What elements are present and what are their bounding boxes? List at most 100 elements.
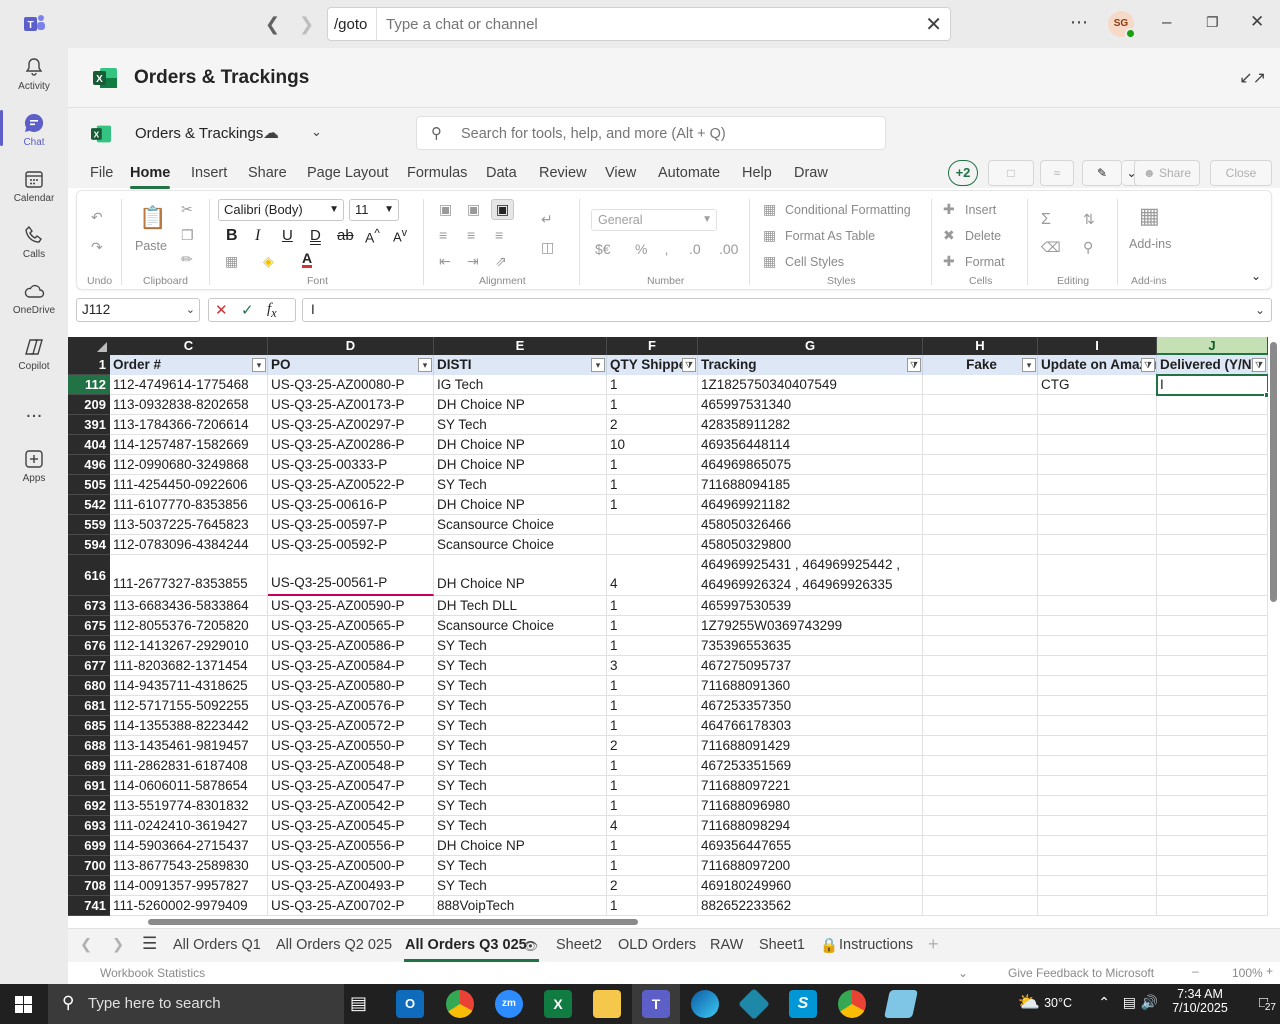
cell-h[interactable] [923,495,1038,515]
collaborators-count[interactable]: +2 [948,160,978,186]
cell-d[interactable]: US-Q3-25-AZ00576-P [268,696,434,716]
align-middle-icon[interactable]: ▣ [467,201,480,218]
cell-f[interactable]: 1 [607,796,698,816]
increase-decimal-icon[interactable]: .0 [689,241,701,257]
horizontal-scrollbar[interactable] [68,917,1268,927]
row-header[interactable]: 496 [68,455,110,475]
increase-font-icon[interactable]: A^ [365,227,380,246]
decrease-font-icon[interactable]: Av [393,227,407,244]
tab-help[interactable]: Help [742,165,772,181]
clock[interactable]: 7:34 AM 7/10/2025 [1168,987,1232,1015]
find-icon[interactable]: ⚲ [1083,239,1093,256]
cell-e[interactable]: IG Tech [434,375,607,395]
cell-d[interactable]: US-Q3-25-AZ00580-P [268,676,434,696]
weather-icon[interactable]: ⛅ [1018,992,1040,1013]
cell-g[interactable]: 464766178303 [698,716,923,736]
decrease-indent-icon[interactable]: ⇤ [439,253,451,270]
cell-f[interactable]: 1 [607,636,698,656]
cell-j[interactable] [1157,495,1268,515]
cell-d[interactable]: US-Q3-25-00561-P [268,555,434,596]
cell-h[interactable] [923,415,1038,435]
cell-j[interactable] [1157,896,1268,916]
cell-g[interactable]: 428358911282 [698,415,923,435]
cell-j[interactable] [1157,415,1268,435]
cell-j[interactable] [1157,836,1268,856]
cell-h[interactable] [923,876,1038,896]
chevron-down-icon[interactable]: ⌄ [1255,299,1265,321]
feedback-link[interactable]: Give Feedback to Microsoft [1008,966,1154,980]
app-diamond-icon[interactable] [738,988,770,1020]
cell-g[interactable]: 469356447655 [698,836,923,856]
tab-page-layout[interactable]: Page Layout [307,165,388,181]
command-box[interactable]: /goto ✕ [327,7,951,41]
cell-d[interactable]: US-Q3-25-AZ00548-P [268,756,434,776]
increase-indent-icon[interactable]: ⇥ [467,253,479,270]
cell-h[interactable] [923,656,1038,676]
cell-h[interactable] [923,616,1038,636]
restore-icon[interactable]: ❐ [1206,14,1219,31]
row-header[interactable]: 676 [68,636,110,656]
chevron-down-icon[interactable]: ⌄ [958,966,968,980]
cell-j[interactable] [1157,515,1268,535]
cell-j[interactable] [1157,676,1268,696]
edge-icon[interactable] [691,990,719,1018]
cell-e[interactable]: SY Tech [434,856,607,876]
column-header-e[interactable]: E [434,337,607,355]
cell-c[interactable]: 114-1355388-8223442 [110,716,268,736]
header-cell[interactable]: Order # [110,355,268,375]
double-underline-icon[interactable]: D [310,227,321,244]
font-size-select[interactable]: 11 ▼ [349,199,399,221]
cell-e[interactable]: SY Tech [434,676,607,696]
cell-d[interactable]: US-Q3-25-AZ00545-P [268,816,434,836]
row-header[interactable]: 692 [68,796,110,816]
align-left-icon[interactable]: ≡ [439,227,447,243]
cell-f[interactable]: 1 [607,896,698,916]
row-header[interactable]: 681 [68,696,110,716]
row-header[interactable]: 685 [68,716,110,736]
wrap-text-icon[interactable]: ↵ [541,211,553,228]
cell-c[interactable]: 114-1257487-1582669 [110,435,268,455]
cell-f[interactable]: 2 [607,876,698,896]
cell-d[interactable]: US-Q3-25-AZ00590-P [268,596,434,616]
cell-g[interactable]: 464969921182 [698,495,923,515]
paste-label[interactable]: Paste [135,239,167,253]
cell-f[interactable]: 4 [607,816,698,836]
cell-j[interactable] [1157,616,1268,636]
cell-d[interactable]: US-Q3-25-AZ00297-P [268,415,434,435]
header-cell[interactable]: PO [268,355,434,375]
font-name-select[interactable]: Calibri (Body) ▼ [218,199,344,221]
sheet-tab-active[interactable]: All Orders Q3 025 [405,937,527,953]
cell-j[interactable] [1157,856,1268,876]
insert-cells-button[interactable]: Insert [965,203,996,217]
cell-i[interactable] [1038,856,1157,876]
column-header-c[interactable]: C [110,337,268,355]
cell-g[interactable]: 711688091429 [698,736,923,756]
window-close-icon[interactable]: ✕ [1250,12,1264,32]
cell-j[interactable] [1157,876,1268,896]
cell-f[interactable]: 1 [607,776,698,796]
cell-j[interactable] [1157,475,1268,495]
row-header[interactable]: 505 [68,475,110,495]
all-sheets-menu-icon[interactable]: ☰ [142,934,157,954]
cell-f[interactable]: 10 [607,435,698,455]
tab-review[interactable]: Review [539,165,587,181]
align-right-icon[interactable]: ≡ [495,227,503,243]
cell-d[interactable]: US-Q3-25-AZ00542-P [268,796,434,816]
cell-c[interactable]: 114-0606011-5878654 [110,776,268,796]
cell-j[interactable] [1157,696,1268,716]
outlook-icon[interactable]: O [396,990,424,1018]
sheet-tab[interactable]: Instructions [839,937,913,953]
sort-filter-icon[interactable]: ⇅ [1083,211,1095,228]
tab-data[interactable]: Data [486,165,517,181]
cell-c[interactable]: 114-5903664-2715437 [110,836,268,856]
cell-d[interactable]: US-Q3-25-AZ00565-P [268,616,434,636]
cell-h[interactable] [923,375,1038,395]
cell-e[interactable]: Scansource Choice [434,535,607,555]
row-header[interactable]: 209 [68,395,110,415]
cell-c[interactable]: 112-4749614-1775468 [110,375,268,395]
strikethrough-icon[interactable]: ab [337,227,354,244]
collapse-icon[interactable]: ↙↗ [1239,68,1266,88]
column-header-h[interactable]: H [923,337,1038,355]
cell-f[interactable]: 3 [607,656,698,676]
percent-icon[interactable]: % [635,241,647,257]
